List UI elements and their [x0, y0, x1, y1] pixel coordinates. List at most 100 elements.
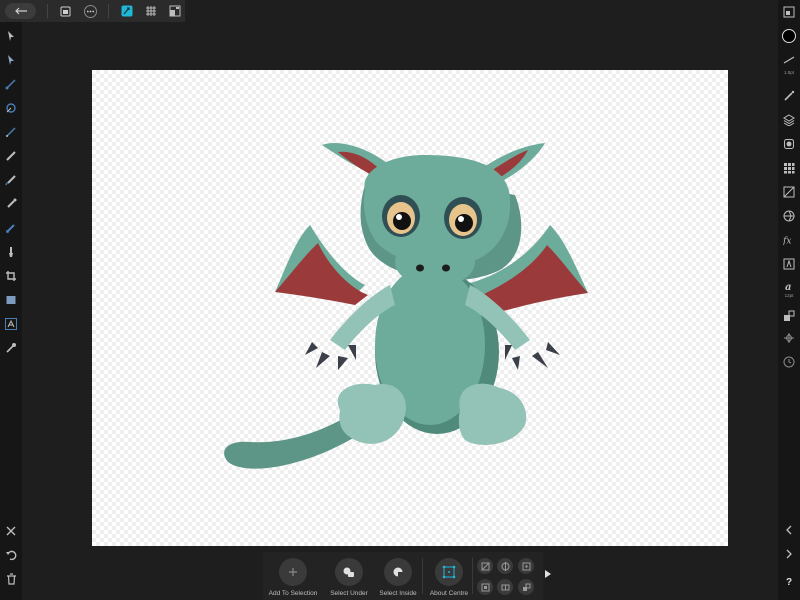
align-button[interactable]: [781, 308, 797, 324]
toolbar-divider: [108, 4, 109, 18]
transform-origin-button[interactable]: [477, 579, 493, 595]
add-to-selection-button[interactable]: Add To Selection: [261, 558, 325, 597]
history-button[interactable]: [781, 354, 797, 370]
text-frame-icon: [783, 258, 795, 270]
rectangle-icon: [6, 296, 16, 304]
document-button[interactable]: [58, 3, 72, 19]
more-options-button[interactable]: [83, 3, 97, 19]
brush-tool[interactable]: [3, 244, 19, 260]
back-arrow-icon: [14, 7, 27, 15]
flip-icon: [501, 584, 509, 590]
move-tool[interactable]: [3, 28, 19, 44]
stroke-icon: [783, 56, 795, 64]
corner-tool[interactable]: [3, 76, 19, 92]
effects-button[interactable]: fx: [781, 232, 797, 248]
chevron-right-icon: [786, 549, 792, 559]
close-button[interactable]: [3, 523, 19, 539]
export-persona-button[interactable]: [168, 3, 182, 19]
point-transform-tool[interactable]: [3, 100, 19, 116]
move-arrow-icon: [8, 31, 14, 41]
right-foot: [458, 383, 527, 445]
character-button[interactable]: a: [781, 278, 797, 294]
arrange-icon: [522, 583, 530, 591]
align-icon: [784, 310, 795, 321]
designer-persona-icon: [121, 5, 133, 17]
right-nostril: [442, 264, 450, 272]
color-picker-tool[interactable]: [3, 340, 19, 356]
stroke-width-label: 1.0pt: [783, 70, 794, 75]
align-left-button[interactable]: [477, 558, 493, 574]
dropper-icon: [7, 198, 17, 208]
navigator-button[interactable]: [781, 4, 797, 20]
snapping-button[interactable]: [781, 330, 797, 346]
artistic-text-tool[interactable]: [3, 316, 19, 332]
arrange-button[interactable]: [518, 579, 534, 595]
pencil-tool[interactable]: [3, 148, 19, 164]
brushes-button[interactable]: [781, 88, 797, 104]
paint-brush-icon: [6, 224, 15, 233]
back-button[interactable]: [5, 3, 36, 19]
top-toolbar: [0, 0, 185, 22]
rectangle-tool[interactable]: [3, 292, 19, 308]
pen-nib-icon: [6, 127, 16, 137]
adjustments-button[interactable]: [781, 136, 797, 152]
align-right-button[interactable]: [518, 558, 534, 574]
layers-button[interactable]: [781, 112, 797, 128]
toolbar-divider: [47, 4, 48, 18]
context-more-button[interactable]: [544, 566, 552, 584]
delete-button[interactable]: [3, 571, 19, 587]
swatches-button[interactable]: [781, 160, 797, 176]
transform-button[interactable]: [781, 184, 797, 200]
designer-persona-button[interactable]: [120, 3, 134, 19]
collapse-right-button[interactable]: [781, 546, 797, 562]
node-tool[interactable]: [3, 52, 19, 68]
chevron-left-icon: [786, 525, 792, 535]
flip-button[interactable]: [497, 579, 513, 595]
navigator-icon: [783, 6, 795, 18]
add-to-selection-label: Add To Selection: [268, 590, 318, 597]
undo-button[interactable]: [3, 547, 19, 563]
circle-target-icon: [501, 561, 509, 571]
brushes-icon: [784, 90, 795, 101]
artboard[interactable]: [92, 70, 728, 546]
dragon-snout: [395, 237, 475, 287]
pixel-persona-button[interactable]: [144, 3, 158, 19]
frame-icon: [481, 583, 489, 591]
layers-icon: [783, 114, 795, 126]
character-a-icon: a: [785, 282, 791, 291]
aperture-icon: [783, 210, 795, 222]
text-tool-icon: [5, 318, 17, 330]
align-centre-button[interactable]: [497, 558, 513, 574]
left-foot: [337, 383, 406, 444]
left-nostril: [416, 264, 424, 272]
node-arrow-icon: [8, 55, 14, 65]
select-under-icon: [343, 567, 354, 577]
tools-panel: [0, 22, 22, 600]
text-styles-button[interactable]: [781, 256, 797, 272]
transform-icon: [783, 186, 795, 198]
trash-icon: [6, 573, 16, 585]
collapse-left-button[interactable]: [781, 522, 797, 538]
transparency-tool[interactable]: [3, 220, 19, 236]
pen-tool[interactable]: [3, 124, 19, 140]
appearance-button[interactable]: [781, 208, 797, 224]
plus-icon: [289, 568, 297, 576]
point-transform-icon: [6, 103, 16, 113]
right-pupil: [455, 214, 473, 232]
color-picker-icon: [6, 343, 16, 353]
fill-tool[interactable]: [3, 196, 19, 212]
more-icon: [83, 4, 97, 18]
color-swatch[interactable]: [781, 28, 797, 44]
left-pupil: [393, 212, 411, 230]
close-icon: [6, 526, 16, 536]
export-persona-icon: [169, 5, 181, 17]
about-centre-icon: [442, 565, 456, 579]
svg-text:fx: fx: [782, 237, 791, 246]
vector-brush-tool[interactable]: [3, 172, 19, 188]
crop-tool[interactable]: [3, 268, 19, 284]
pixel-persona-icon: [146, 6, 156, 16]
dragon-illustration[interactable]: [92, 70, 728, 546]
crop-icon: [6, 271, 16, 281]
help-button[interactable]: ?: [781, 574, 797, 590]
stroke-button[interactable]: [781, 52, 797, 68]
